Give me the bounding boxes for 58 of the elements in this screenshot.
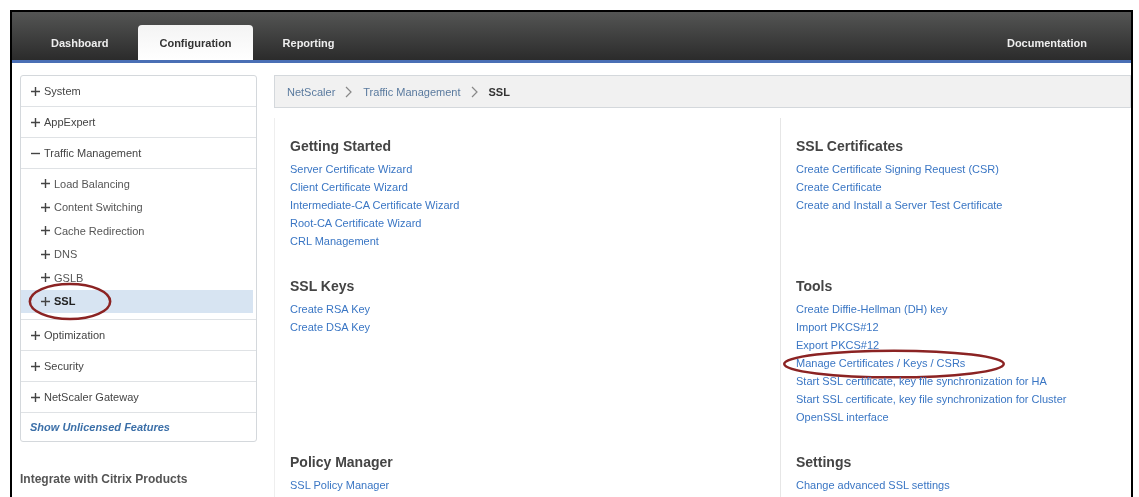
documentation-link[interactable]: Documentation <box>1006 25 1087 60</box>
action-link[interactable]: Server Certificate Wizard <box>290 160 413 178</box>
tree-item[interactable]: Cache Redirection <box>21 219 253 243</box>
chevron-icon <box>470 85 479 98</box>
plus-icon[interactable] <box>41 273 50 283</box>
nav-tab[interactable]: Reporting <box>258 25 359 60</box>
plus-icon[interactable] <box>31 330 40 340</box>
tree-item[interactable]: Load Balancing <box>21 172 253 196</box>
action-link[interactable]: Change advanced SSL settings <box>796 476 950 494</box>
plus-icon[interactable] <box>31 361 40 371</box>
action-link[interactable]: Create DSA Key <box>290 318 371 336</box>
section-heading: Tools <box>796 278 834 294</box>
breadcrumb-item[interactable]: NetScaler <box>287 85 336 98</box>
tree-item[interactable]: DNS <box>21 242 253 266</box>
tree-item[interactable]: System <box>21 76 256 107</box>
action-link[interactable]: Start SSL certificate, key file synchronization for HA <box>796 372 1047 390</box>
action-link[interactable]: Client Certificate Wizard <box>290 178 408 196</box>
action-link[interactable]: Create Certificate Signing Request (CSR) <box>796 160 999 178</box>
section-heading: Policy Manager <box>290 454 394 470</box>
plus-icon[interactable] <box>41 179 50 189</box>
action-link[interactable]: CRL Management <box>290 232 379 250</box>
breadcrumb-item: SSL <box>488 85 510 98</box>
plus-icon[interactable] <box>41 202 50 212</box>
action-link[interactable]: Import PKCS#12 <box>796 318 879 336</box>
tree-item[interactable]: Traffic Management <box>21 138 256 169</box>
action-link[interactable]: Root-CA Certificate Wizard <box>290 214 422 232</box>
action-link[interactable]: Export PKCS#12 <box>796 336 880 354</box>
section-heading: SSL Keys <box>290 278 356 294</box>
action-link[interactable]: Create Diffie-Hellman (DH) key <box>796 300 948 318</box>
plus-icon[interactable] <box>31 392 40 402</box>
plus-icon[interactable] <box>31 117 40 127</box>
tree-item[interactable]: GSLB <box>21 266 253 290</box>
plus-icon[interactable] <box>41 249 50 259</box>
tree-item[interactable]: AppExpert <box>21 107 256 138</box>
action-link[interactable]: Create and Install a Server Test Certificate <box>796 196 1003 214</box>
tree-item[interactable]: Optimization <box>21 320 256 351</box>
tree-item[interactable]: Content Switching <box>21 195 253 219</box>
action-link[interactable]: SSL Policy Manager <box>290 476 390 494</box>
action-link[interactable]: Intermediate-CA Certificate Wizard <box>290 196 460 214</box>
action-link[interactable]: OpenSSL interface <box>796 408 889 426</box>
tree-item[interactable]: SSL <box>21 289 253 313</box>
nav-tab[interactable]: Dashboard <box>27 25 133 60</box>
action-link[interactable]: Create RSA Key <box>290 300 371 318</box>
section-heading: SSL Certificates <box>796 138 905 154</box>
section-heading: Settings <box>796 454 853 470</box>
section-title: Integrate with Citrix Products <box>20 472 189 486</box>
show-unlicensed-link[interactable]: Show Unlicensed Features <box>30 421 170 433</box>
tree-item[interactable]: NetScaler Gateway <box>21 382 256 413</box>
plus-icon[interactable] <box>41 226 50 236</box>
breadcrumb-item[interactable]: Traffic Management <box>363 85 461 98</box>
action-link[interactable]: Create Certificate <box>796 178 882 196</box>
nav-tab[interactable]: Configuration <box>138 25 253 60</box>
section-heading: Getting Started <box>290 138 393 154</box>
plus-icon[interactable] <box>41 296 50 306</box>
plus-icon[interactable] <box>31 86 40 96</box>
action-link[interactable]: Start SSL certificate, key file synchronization for Cluster <box>796 390 1067 408</box>
chevron-icon <box>345 85 354 98</box>
tree-item[interactable]: Security <box>21 351 256 382</box>
